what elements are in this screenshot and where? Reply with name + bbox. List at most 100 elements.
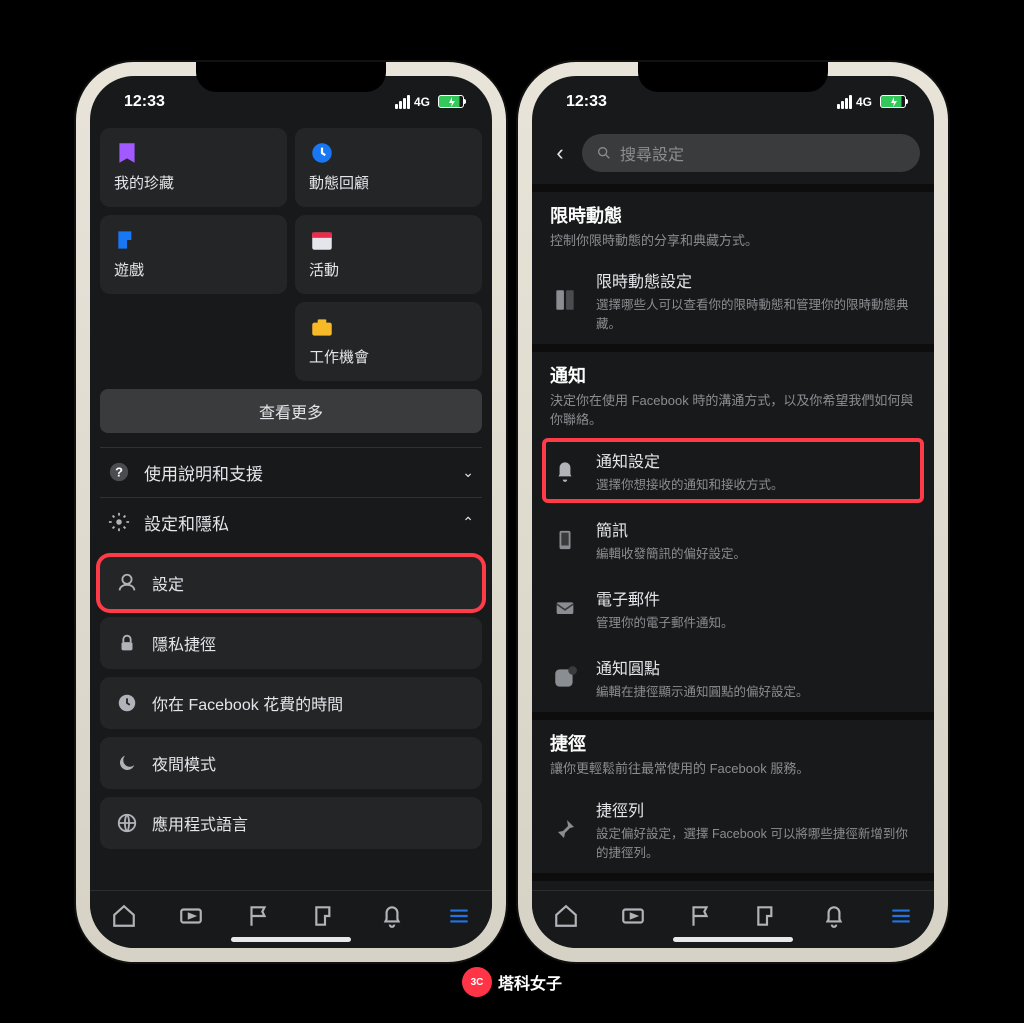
chevron-up-icon: ⌃ [462,514,474,531]
signal-icon [837,95,852,109]
menu-content[interactable]: 我的珍藏 動態回顧 遊戲 活動 [90,128,492,890]
home-icon[interactable] [111,903,137,929]
watermark-text: 塔科女子 [498,970,562,994]
home-indicator[interactable] [673,937,793,942]
stories-section: 限時動態 控制你限時動態的分享和典藏方式。 [532,184,934,257]
see-more-button[interactable]: 查看更多 [100,389,482,433]
home-icon[interactable] [553,903,579,929]
settings-privacy-row[interactable]: 設定和隱私 ⌃ [100,497,482,547]
tile-memories[interactable]: 動態回顧 [295,128,482,207]
gaming-nav-icon[interactable] [312,903,338,929]
notification-settings-row[interactable]: 通知設定 選擇你想接收的通知和接收方式。 [532,436,934,505]
tile-jobs[interactable]: 工作機會 [295,302,482,381]
network-label: 4G [414,95,430,109]
stories-settings-row[interactable]: 限時動態設定 選擇哪些人可以查看你的限時動態和管理你的限時動態典藏。 [532,256,934,344]
watermark: 3C 塔科女子 [462,967,562,997]
notification-dots-row[interactable]: 通知圓點 編輯在捷徑顯示通知圓點的偏好設定。 [532,643,934,712]
search-icon [596,145,612,161]
bookmark-icon [114,140,140,166]
status-right: 4G [837,95,906,109]
calendar-icon [309,227,335,253]
notch [196,62,386,92]
gear-icon [108,511,130,533]
time-label: 你在 Facebook 花費的時間 [152,691,343,715]
night-mode-item[interactable]: 夜間模式 [100,737,482,789]
tile-events[interactable]: 活動 [295,215,482,294]
flag-icon[interactable] [687,903,713,929]
night-mode-label: 夜間模式 [152,751,216,775]
tile-gaming[interactable]: 遊戲 [100,215,287,294]
settings-privacy-label: 設定和隱私 [144,510,229,535]
bell-icon[interactable] [379,903,405,929]
section-title: 捷徑 [550,730,916,756]
row-sub: 選擇你想接收的通知和接收方式。 [596,474,916,493]
tile-saved[interactable]: 我的珍藏 [100,128,287,207]
svg-text:?: ? [115,465,123,480]
notifications-section: 通知 決定你在使用 Facebook 時的溝通方式，以及你希望我們如何與你聯絡。 [532,344,934,436]
time-on-fb-item[interactable]: 你在 Facebook 花費的時間 [100,677,482,729]
phone-left: 12:33 4G 我的珍藏 動態回顧 [76,62,506,962]
tile-label: 工作機會 [309,346,468,367]
search-placeholder: 搜尋設定 [620,141,684,165]
row-title: 捷徑列 [596,797,916,821]
privacy-shortcuts-item[interactable]: 隱私捷徑 [100,617,482,669]
row-sub: 選擇哪些人可以查看你的限時動態和管理你的限時動態典藏。 [596,294,916,332]
clock-grey-icon [116,692,138,714]
chevron-down-icon: ⌄ [462,464,474,481]
section-sub: 控制你限時動態的分享和典藏方式。 [550,232,916,251]
briefcase-icon [309,314,335,340]
email-row[interactable]: 電子郵件 管理你的電子郵件通知。 [532,574,934,643]
watch-icon[interactable] [620,903,646,929]
screen-left: 12:33 4G 我的珍藏 動態回顧 [90,76,492,948]
see-more-label: 查看更多 [259,399,323,423]
phone-icon [550,525,580,555]
moon-icon [116,752,138,774]
flag-icon[interactable] [245,903,271,929]
shortcuts-section: 捷徑 讓你更輕鬆前往最常使用的 Facebook 服務。 [532,712,934,785]
gaming-nav-icon[interactable] [754,903,780,929]
tile-label: 動態回顧 [309,172,468,193]
row-title: 通知設定 [596,448,916,472]
row-title: 通知圓點 [596,655,916,679]
watch-icon[interactable] [178,903,204,929]
gaming-icon [114,227,140,253]
sms-row[interactable]: 簡訊 編輯收發簡訊的偏好設定。 [532,505,934,574]
status-time: 12:33 [124,93,165,111]
section-title: 通知 [550,362,916,388]
row-sub: 編輯在捷徑顯示通知圓點的偏好設定。 [596,681,916,700]
watermark-icon: 3C [462,967,492,997]
pin-icon [550,814,580,844]
battery-icon [438,95,464,108]
lock-icon [116,632,138,654]
tile-label: 我的珍藏 [114,172,273,193]
clock-icon [309,140,335,166]
user-gear-icon [116,572,138,594]
settings-item[interactable]: 設定 [100,557,482,609]
settings-label: 設定 [152,571,184,595]
back-button[interactable]: ‹ [546,140,574,166]
section-title: 限時動態 [550,202,916,228]
help-support-row[interactable]: ? 使用說明和支援 ⌄ [100,447,482,497]
menu-icon[interactable] [888,903,914,929]
shortcut-bar-row[interactable]: 捷徑列 設定偏好設定，選擇 Facebook 可以將哪些捷徑新增到你的捷徑列。 [532,785,934,873]
privacy-shortcuts-label: 隱私捷徑 [152,631,216,655]
network-label: 4G [856,95,872,109]
settings-header: ‹ 搜尋設定 [532,128,934,184]
home-indicator[interactable] [231,937,351,942]
section-sub: 決定你在使用 Facebook 時的溝通方式，以及你希望我們如何與你聯絡。 [550,392,916,430]
signal-icon [395,95,410,109]
tile-label: 遊戲 [114,259,273,280]
language-label: 應用程式語言 [152,811,248,835]
menu-icon[interactable] [446,903,472,929]
battery-icon [880,95,906,108]
stories-icon [550,285,580,315]
bell-icon[interactable] [821,903,847,929]
tile-empty [100,302,287,381]
app-language-item[interactable]: 應用程式語言 [100,797,482,849]
phone-right: 12:33 4G ‹ 搜尋設定 限時動態 控制你限時動態的分享和典藏方式。 [518,62,948,962]
row-title: 限時動態設定 [596,268,916,292]
settings-content[interactable]: ‹ 搜尋設定 限時動態 控制你限時動態的分享和典藏方式。 限時動態設定 選擇哪些… [532,128,934,890]
help-label: 使用說明和支援 [144,460,263,485]
screen-right: 12:33 4G ‹ 搜尋設定 限時動態 控制你限時動態的分享和典藏方式。 [532,76,934,948]
search-settings-input[interactable]: 搜尋設定 [582,134,920,172]
